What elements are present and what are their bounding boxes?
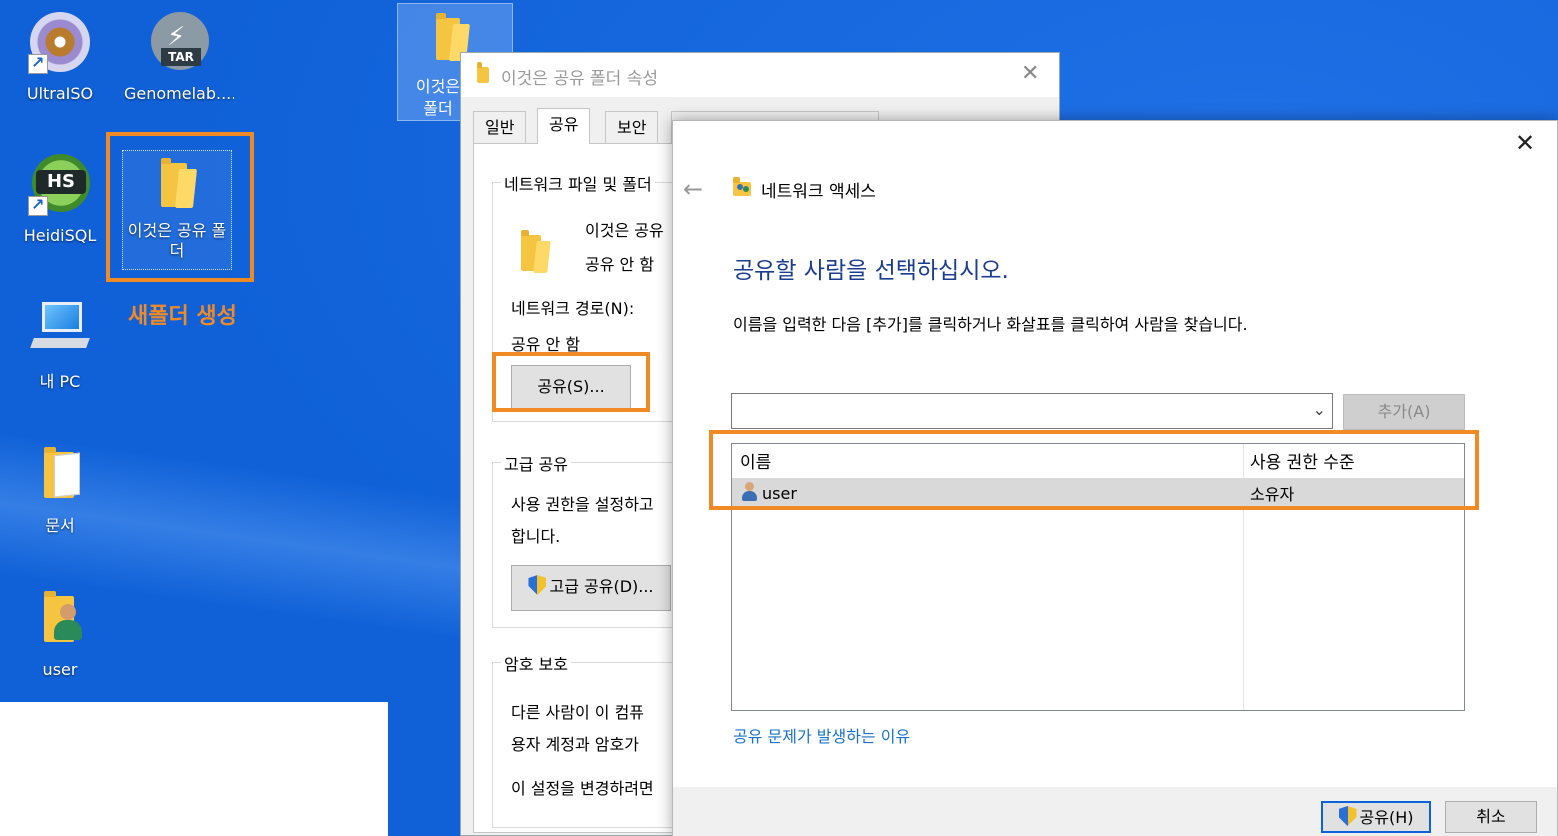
advanced-group-title: 고급 공유 [501, 451, 571, 475]
dialog-footer: 공유(H) 취소 [673, 787, 1557, 836]
highlight-share-button [492, 352, 650, 412]
share-confirm-label: 공유(H) [1359, 808, 1414, 827]
hs-db-icon: HS [28, 152, 92, 216]
password-group-title: 암호 보호 [501, 651, 571, 675]
advanced-share-button[interactable]: 고급 공유(D)... [511, 565, 671, 611]
advanced-text-2: 합니다. [511, 527, 561, 546]
password-text-1: 다른 사람이 이 컴퓨 [511, 703, 645, 722]
network-access-instruction: 이름을 입력한 다음 [추가]를 클릭하거나 화살표를 클릭하여 사람을 찾습니… [733, 315, 1248, 334]
folder-icon [436, 13, 460, 60]
desktop-icon-heidisql[interactable]: HS HeidiSQL [5, 152, 115, 246]
desktop-icon-user[interactable]: user [5, 586, 115, 680]
desktop-icon-label: user [42, 660, 78, 679]
highlight-permissions [709, 430, 1479, 510]
desktop-icon-my-pc[interactable]: 내 PC [5, 298, 115, 392]
desktop-icon-documents[interactable]: 문서 [5, 442, 115, 536]
highlight-new-folder [106, 132, 254, 282]
tab-security[interactable]: 보안 [605, 111, 659, 143]
annotation-new-folder: 새폴더 생성 [128, 304, 237, 329]
network-access-heading: 공유할 사람을 선택하십시오. [733, 258, 1009, 284]
close-icon[interactable]: ✕ [1515, 129, 1535, 157]
password-text-3: 이 설정을 변경하려면 [511, 779, 654, 798]
user-folder-icon [28, 586, 92, 650]
uac-shield-icon [528, 575, 546, 595]
properties-title: 이것은 공유 폴더 속성 [501, 69, 658, 89]
properties-titlebar: 이것은 공유 폴더 속성 ✕ [461, 53, 1059, 97]
add-button[interactable]: 추가(A) [1343, 394, 1465, 430]
back-arrow-icon[interactable]: ← [683, 175, 703, 203]
tar-archive-icon: ⚡ TAR [147, 10, 211, 74]
network-group-title: 네트워크 파일 및 폴더 [501, 171, 655, 195]
desktop-icon-label: UltraISO [26, 84, 94, 103]
monitor-icon [28, 298, 92, 362]
desktop-icon-label: 이것은 폴더 [415, 77, 461, 118]
folder-name: 이것은 공유 [585, 221, 664, 240]
folder-icon [521, 230, 541, 271]
hs-label: HS [36, 170, 86, 194]
desktop-icon-label: 문서 [45, 516, 75, 535]
desktop-icon-label: 내 PC [39, 372, 81, 391]
tar-label: TAR [161, 48, 201, 66]
chevron-down-icon[interactable]: ⌄ [1313, 400, 1326, 419]
desktop-icon-label: Genomelab.... [124, 84, 234, 103]
network-path-label: 네트워크 경로(N): [511, 299, 635, 318]
desktop-icon-genomelab[interactable]: ⚡ TAR Genomelab.... [124, 10, 234, 104]
tab-general[interactable]: 일반 [473, 111, 527, 143]
password-text-2: 용자 계정과 암호가 [511, 735, 639, 754]
white-area [0, 702, 388, 836]
desktop-icon-ultraiso[interactable]: UltraISO [5, 10, 115, 104]
advanced-text-1: 사용 권한을 설정하고 [511, 495, 654, 514]
cancel-button[interactable]: 취소 [1445, 801, 1537, 833]
tab-sharing[interactable]: 공유 [537, 108, 591, 144]
user-combo-input[interactable]: ⌄ [731, 393, 1333, 429]
folder-icon [477, 62, 489, 83]
share-state: 공유 안 함 [585, 255, 655, 274]
close-icon[interactable]: ✕ [1021, 61, 1039, 86]
documents-folder-icon [28, 442, 92, 506]
uac-shield-icon [1339, 806, 1357, 826]
advanced-share-button-label: 고급 공유(D)... [549, 577, 654, 596]
desktop-icon-label: HeidiSQL [23, 226, 97, 245]
network-users-icon [733, 177, 753, 197]
share-confirm-button[interactable]: 공유(H) [1321, 801, 1431, 833]
disc-icon [28, 10, 92, 74]
network-access-title: 네트워크 액세스 [761, 182, 876, 202]
help-link[interactable]: 공유 문제가 발생하는 이유 [733, 723, 910, 747]
